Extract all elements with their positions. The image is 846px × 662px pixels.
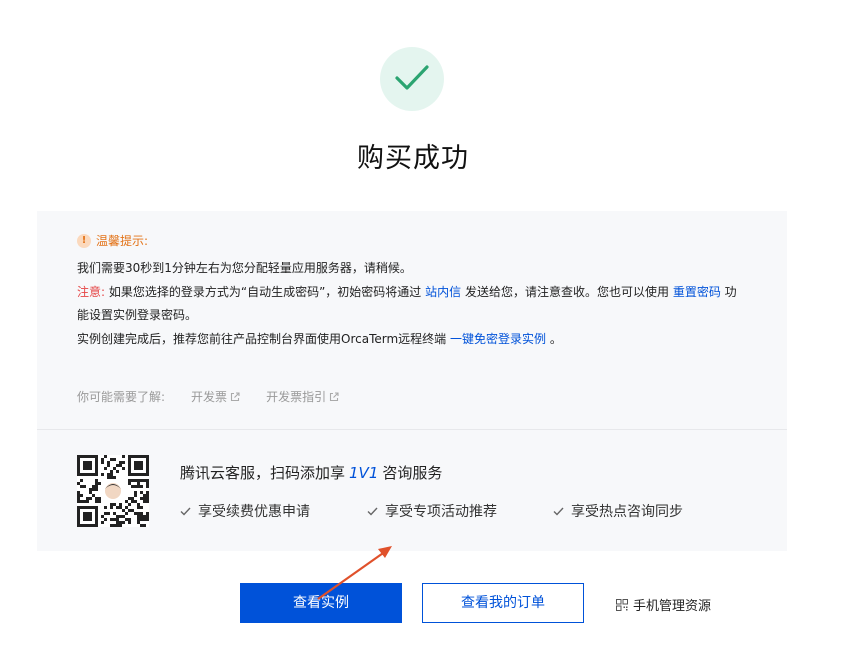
benefit-hot-topics: 享受热点咨询同步 [553, 501, 683, 521]
reset-password-link[interactable]: 重置密码 [673, 285, 721, 299]
orcaterm-end: 。 [549, 331, 562, 346]
notice-label: 注意: [77, 284, 106, 299]
external-link-icon [330, 391, 339, 401]
benefit-label: 享受专项活动推荐 [385, 504, 497, 520]
notice-text-2: 发送给您，请注意查收。您也可以使用 [464, 284, 669, 299]
view-instance-button[interactable]: 查看实例 [240, 583, 402, 623]
orcaterm-text: 实例创建完成后，推荐您前往产品控制台界面使用OrcaTerm远程终端 [77, 331, 447, 346]
mobile-manage-link[interactable]: 手机管理资源 [616, 595, 711, 614]
service-title-suffix: 咨询服务 [382, 464, 443, 482]
service-title-emphasis: 1V1 [349, 464, 379, 482]
external-link-icon [231, 391, 240, 401]
tip-heading: ! 温馨提示: [77, 232, 148, 249]
benefit-activity: 享受专项活动推荐 [367, 501, 497, 521]
tip-line-orcaterm: 实例创建完成后，推荐您前往产品控制台界面使用OrcaTerm远程终端 一键免密登… [77, 328, 747, 352]
check-icon [367, 507, 378, 516]
check-icon [553, 507, 564, 516]
divider [37, 429, 787, 430]
invoice-link[interactable]: 开发票 [191, 388, 240, 405]
invoice-guide-link-label: 开发票指引 [266, 390, 327, 404]
tip-heading-text: 温馨提示: [96, 234, 149, 248]
tip-body: 我们需要30秒到1分钟左右为您分配轻量应用服务器，请稍候。 注意: 如果您选择的… [77, 257, 747, 351]
notice-text-1: 如果您选择的登录方式为“自动生成密码”，初始密码将通过 [108, 284, 422, 299]
invoice-link-label: 开发票 [191, 390, 228, 404]
view-orders-button[interactable]: 查看我的订单 [422, 583, 584, 623]
exclamation-icon: ! [77, 233, 91, 248]
service-title-prefix: 腾讯云客服，扫码添加享 [180, 464, 346, 482]
related-links: 你可能需要了解: 开发票 开发票指引 [77, 388, 339, 405]
benefit-label: 享受热点咨询同步 [571, 504, 683, 520]
tip-notice: 注意: 如果您选择的登录方式为“自动生成密码”，初始密码将通过 站内信 发送给您… [77, 281, 747, 328]
related-links-label: 你可能需要了解: [77, 390, 166, 404]
info-panel: ! 温馨提示: 我们需要30秒到1分钟左右为您分配轻量应用服务器，请稍候。 注意… [37, 211, 787, 551]
benefit-renewal: 享受续费优惠申请 [180, 501, 310, 521]
page-title: 购买成功 [357, 143, 469, 174]
qr-code-image [77, 455, 149, 527]
mobile-manage-label: 手机管理资源 [633, 599, 712, 614]
benefit-label: 享受续费优惠申请 [198, 504, 310, 520]
success-status-icon [380, 47, 444, 111]
invoice-guide-link[interactable]: 开发票指引 [266, 388, 339, 405]
qr-code-icon [616, 598, 628, 611]
service-title: 腾讯云客服，扫码添加享 1V1 咨询服务 [180, 462, 442, 483]
passwordless-login-link[interactable]: 一键免密登录实例 [450, 332, 546, 346]
tip-line-allocation: 我们需要30秒到1分钟左右为您分配轻量应用服务器，请稍候。 [77, 261, 412, 275]
check-icon [395, 65, 429, 90]
site-message-link[interactable]: 站内信 [425, 285, 461, 299]
check-icon [180, 507, 191, 516]
customer-service-qr-code [77, 455, 149, 527]
